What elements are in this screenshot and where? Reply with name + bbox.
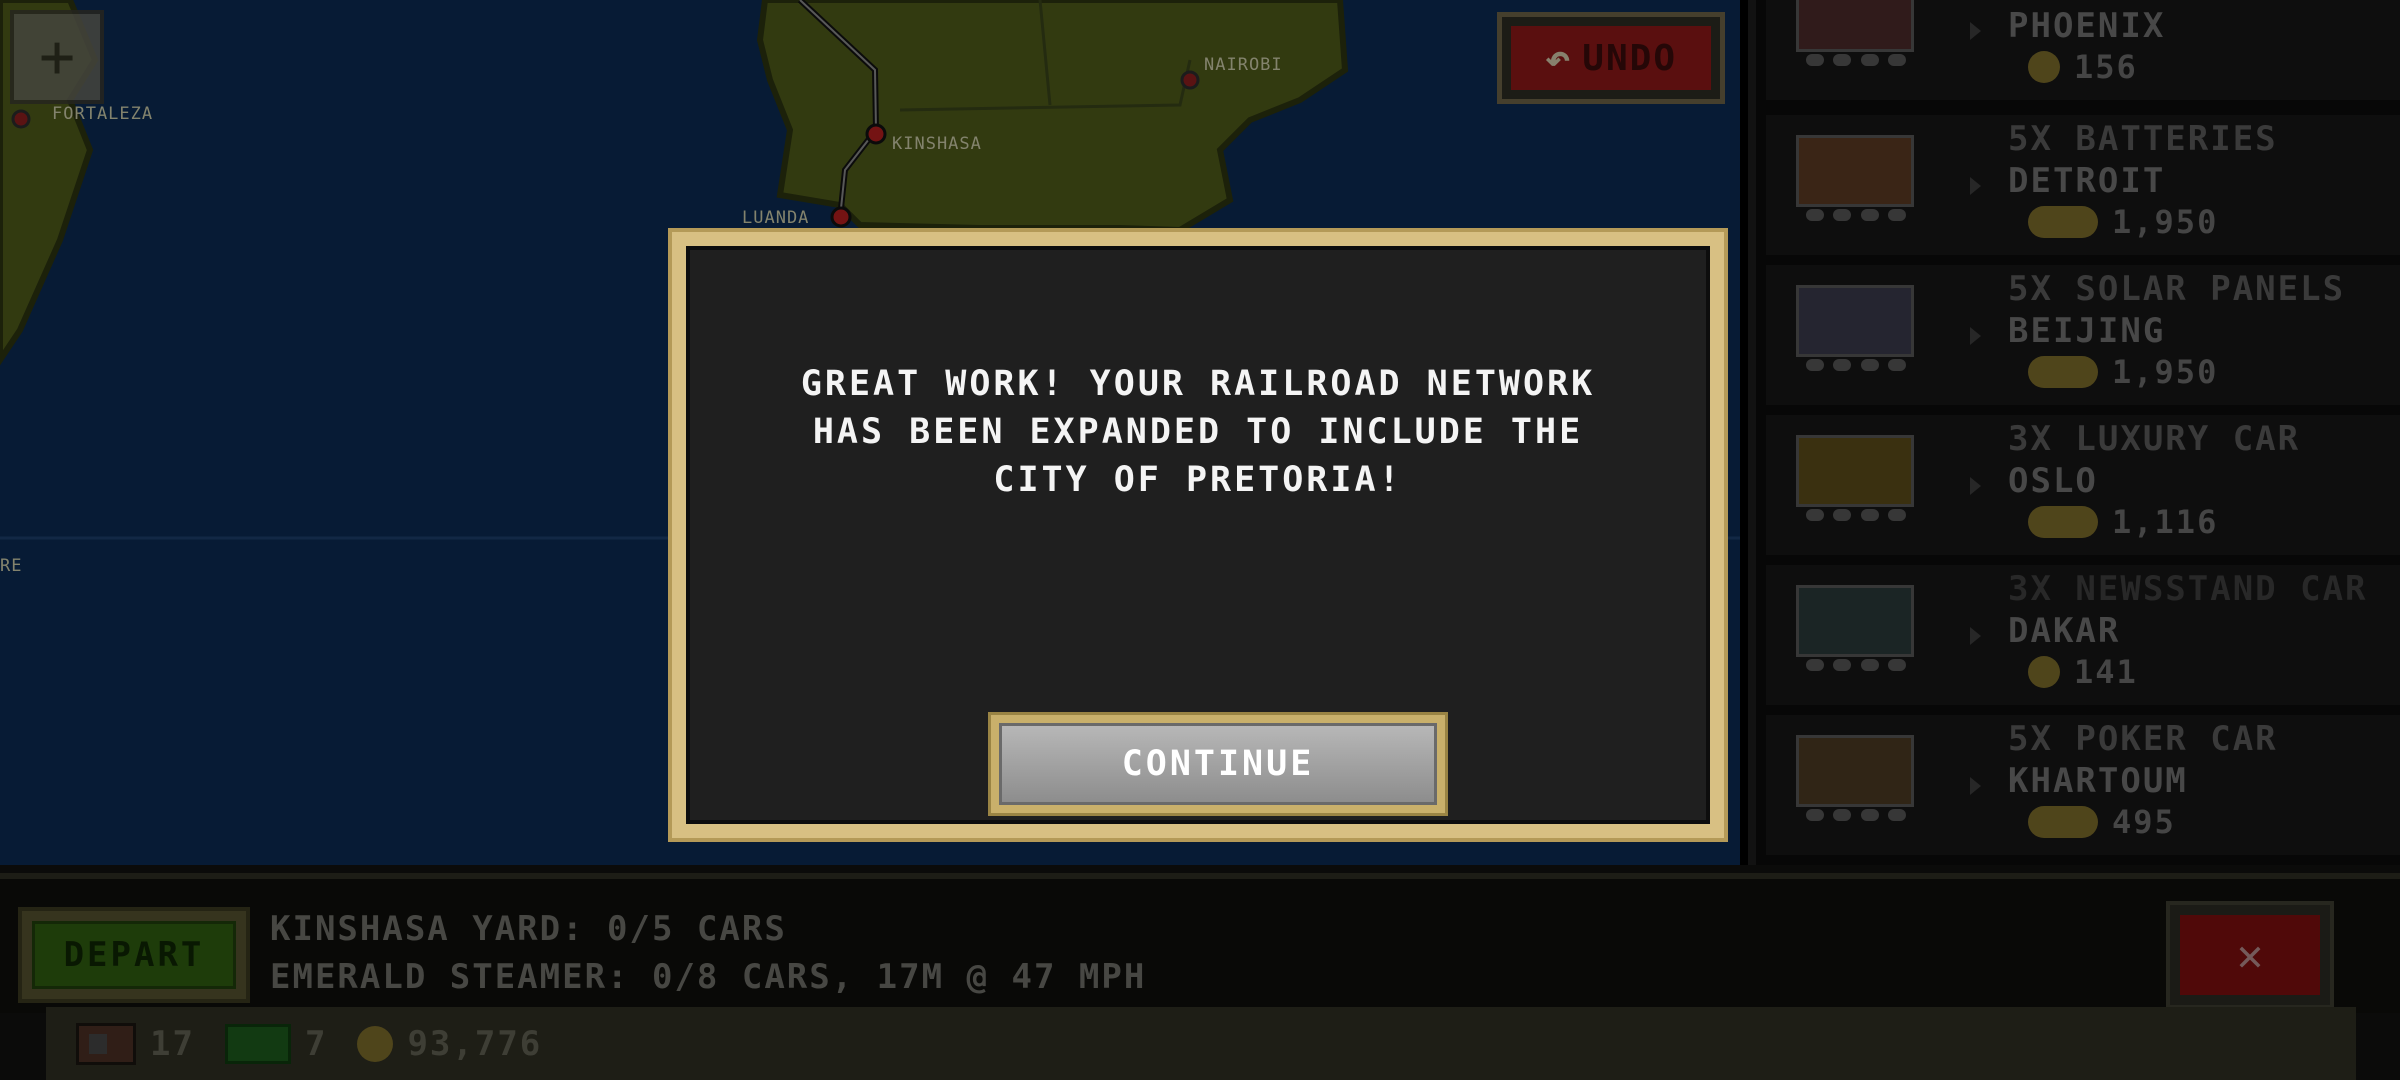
dialog-message-line: HAS BEEN EXPANDED TO INCLUDE THE xyxy=(812,412,1584,452)
notification-dialog: GREAT WORK! YOUR RAILROAD NETWORK HAS BE… xyxy=(668,228,1728,842)
continue-button[interactable]: CONTINUE xyxy=(988,712,1448,816)
continue-label: CONTINUE xyxy=(999,723,1437,805)
dialog-message-line: CITY OF PRETORIA! xyxy=(993,460,1403,500)
dialog-message-line: GREAT WORK! YOUR RAILROAD NETWORK xyxy=(800,364,1596,404)
dialog-message: GREAT WORK! YOUR RAILROAD NETWORK HAS BE… xyxy=(730,360,1666,504)
